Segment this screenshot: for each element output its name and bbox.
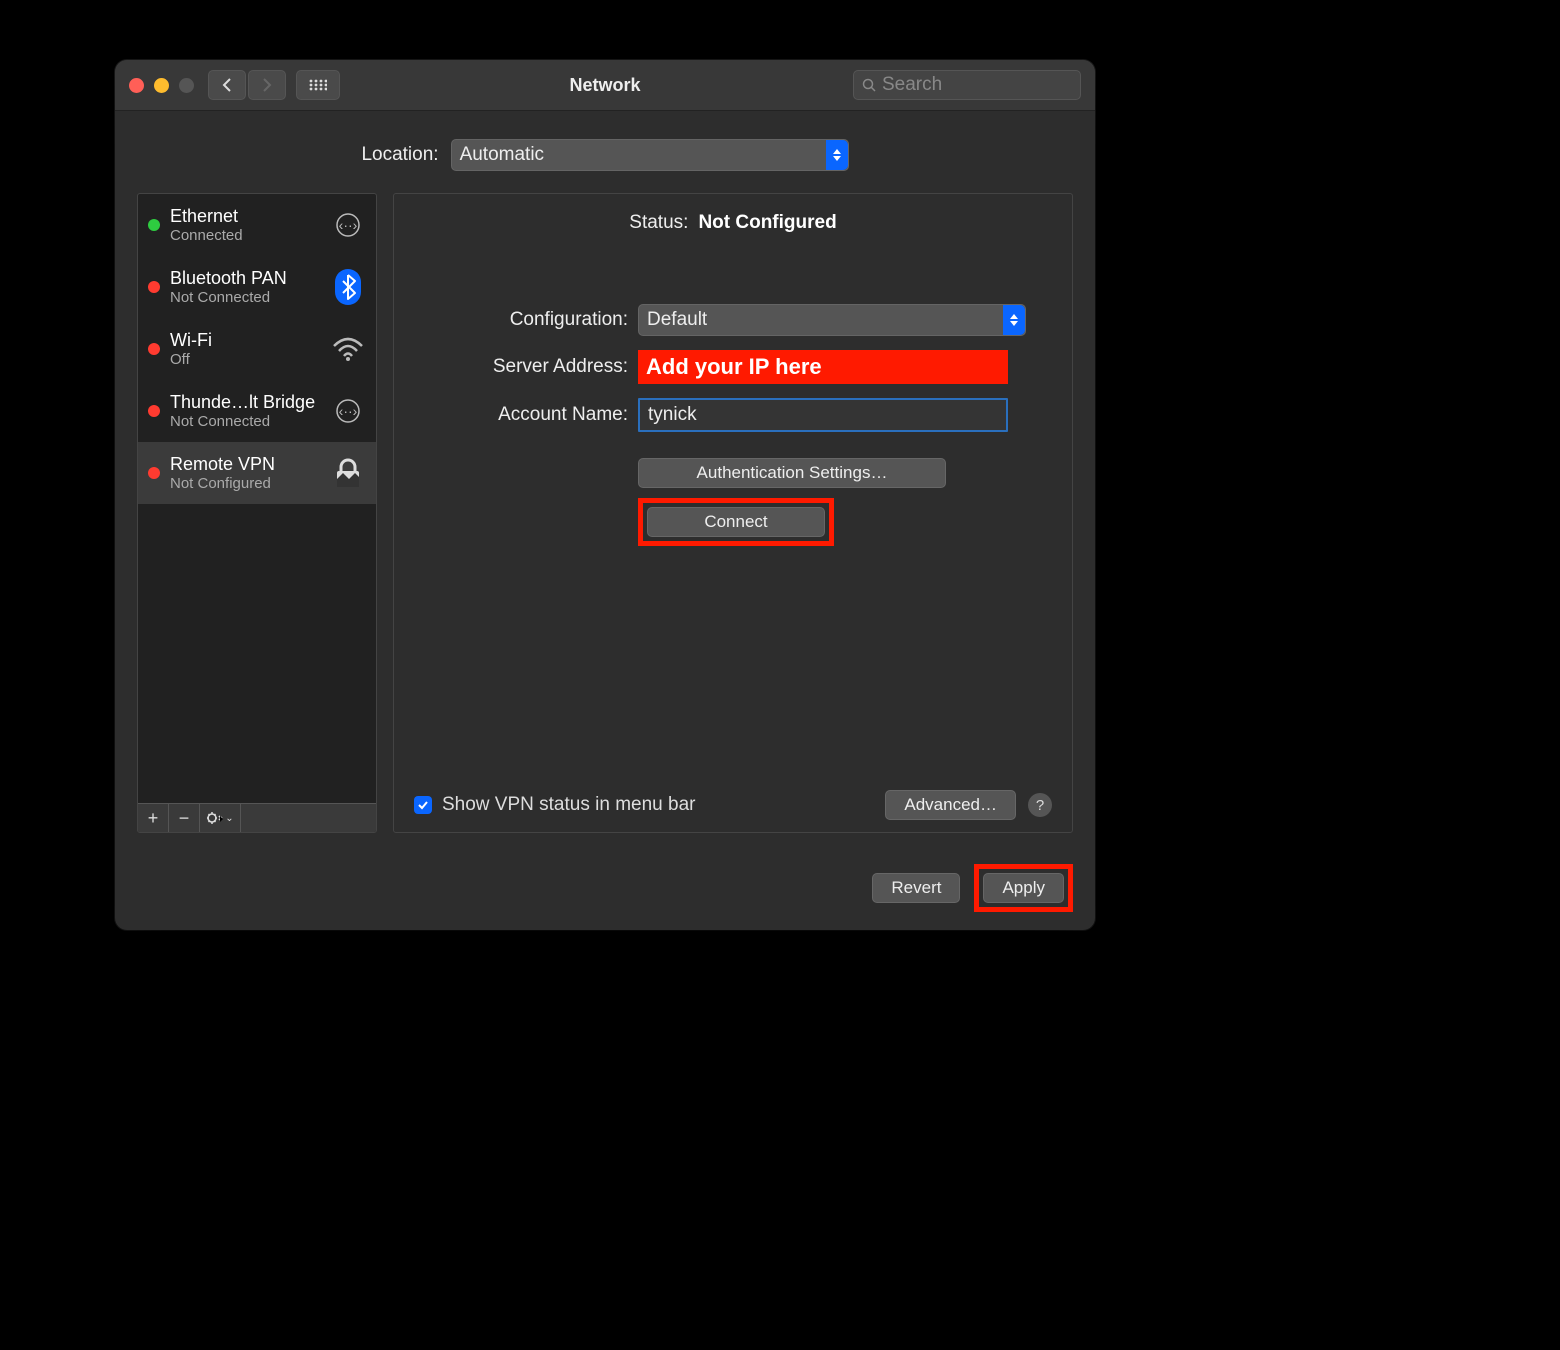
dropdown-stepper-icon xyxy=(1003,305,1025,335)
service-status: Not Configured xyxy=(170,475,320,492)
account-name-label: Account Name: xyxy=(418,404,628,426)
sidebar-item-thunderbolt-bridge[interactable]: Thunde…lt Bridge Not Connected ‹··› xyxy=(138,380,376,442)
service-name: Bluetooth PAN xyxy=(170,268,320,289)
service-name: Wi-Fi xyxy=(170,330,320,351)
location-row: Location: Automatic xyxy=(115,139,1095,171)
service-name: Remote VPN xyxy=(170,454,320,475)
configuration-label: Configuration: xyxy=(418,309,628,331)
sidebar-toolbar: + − ⌄ xyxy=(138,803,376,832)
revert-button[interactable]: Revert xyxy=(872,873,960,903)
connect-button[interactable]: Connect xyxy=(647,507,825,537)
configuration-dropdown[interactable]: Default xyxy=(638,304,1026,336)
check-icon xyxy=(417,799,429,811)
location-label: Location: xyxy=(361,144,438,166)
service-status: Off xyxy=(170,351,320,368)
ethernet-icon: ‹··› xyxy=(330,399,366,423)
configuration-value: Default xyxy=(647,309,707,331)
ethernet-icon: ‹··› xyxy=(330,213,366,237)
status-label: Status: xyxy=(629,212,688,234)
service-status: Not Connected xyxy=(170,289,320,306)
window-controls xyxy=(129,78,194,93)
connect-button-label: Connect xyxy=(704,512,767,532)
detail-panel: Status: Not Configured Configuration: De… xyxy=(393,193,1073,833)
forward-button[interactable] xyxy=(248,70,286,100)
status-indicator-icon xyxy=(148,281,160,293)
service-status: Not Connected xyxy=(170,413,320,430)
network-preferences-window: Network Search Location: Automatic Ether… xyxy=(115,60,1095,930)
status-row: Status: Not Configured xyxy=(418,212,1048,234)
authentication-settings-label: Authentication Settings… xyxy=(697,463,888,483)
sidebar-item-bluetooth-pan[interactable]: Bluetooth PAN Not Connected xyxy=(138,256,376,318)
back-button[interactable] xyxy=(208,70,246,100)
server-address-overlay-text: Add your IP here xyxy=(646,354,822,380)
service-sidebar: Ethernet Connected ‹··› Bluetooth PAN No… xyxy=(137,193,377,833)
remove-service-button[interactable]: − xyxy=(169,804,200,832)
minimize-window-button[interactable] xyxy=(154,78,169,93)
location-value: Automatic xyxy=(460,144,544,166)
server-address-row: Server Address: Add your IP here xyxy=(418,350,1048,384)
advanced-button[interactable]: Advanced… xyxy=(885,790,1016,820)
service-actions-menu[interactable]: ⌄ xyxy=(200,804,241,832)
actions: Authentication Settings… Connect xyxy=(638,458,1048,546)
add-service-button[interactable]: + xyxy=(138,804,169,832)
svg-text:‹··›: ‹··› xyxy=(339,217,358,233)
service-list: Ethernet Connected ‹··› Bluetooth PAN No… xyxy=(138,194,376,803)
account-name-row: Account Name: tynick xyxy=(418,398,1048,432)
search-field[interactable]: Search xyxy=(853,70,1081,100)
apply-button-label: Apply xyxy=(1002,878,1045,898)
sidebar-item-wifi[interactable]: Wi-Fi Off xyxy=(138,318,376,380)
vpn-lock-icon xyxy=(330,457,366,489)
revert-button-label: Revert xyxy=(891,878,941,898)
status-indicator-icon xyxy=(148,467,160,479)
apply-highlight: Apply xyxy=(974,864,1073,912)
status-indicator-icon xyxy=(148,405,160,417)
zoom-window-button[interactable] xyxy=(179,78,194,93)
authentication-settings-button[interactable]: Authentication Settings… xyxy=(638,458,946,488)
status-indicator-icon xyxy=(148,343,160,355)
service-status: Connected xyxy=(170,227,320,244)
bluetooth-icon xyxy=(330,269,366,305)
service-name: Thunde…lt Bridge xyxy=(170,392,320,413)
apply-button[interactable]: Apply xyxy=(983,873,1064,903)
status-value: Not Configured xyxy=(698,212,836,234)
location-dropdown[interactable]: Automatic xyxy=(451,139,849,171)
dropdown-stepper-icon xyxy=(826,140,848,170)
service-name: Ethernet xyxy=(170,206,320,227)
footer: Revert Apply xyxy=(872,864,1073,912)
svg-text:‹··›: ‹··› xyxy=(339,403,358,419)
titlebar: Network Search xyxy=(115,60,1095,111)
nav-buttons xyxy=(208,70,286,100)
server-address-label: Server Address: xyxy=(418,356,628,378)
account-name-value: tynick xyxy=(648,404,697,426)
account-name-input[interactable]: tynick xyxy=(638,398,1008,432)
body: Ethernet Connected ‹··› Bluetooth PAN No… xyxy=(115,171,1095,833)
close-window-button[interactable] xyxy=(129,78,144,93)
show-vpn-status-checkbox[interactable] xyxy=(414,796,432,814)
show-all-button[interactable] xyxy=(296,70,340,100)
sidebar-item-remote-vpn[interactable]: Remote VPN Not Configured xyxy=(138,442,376,504)
connect-highlight: Connect xyxy=(638,498,834,546)
detail-bottom-row: Show VPN status in menu bar Advanced… ? xyxy=(414,790,1052,820)
server-address-input[interactable]: Add your IP here xyxy=(638,350,1008,384)
search-placeholder: Search xyxy=(882,74,942,96)
sidebar-item-ethernet[interactable]: Ethernet Connected ‹··› xyxy=(138,194,376,256)
search-icon xyxy=(862,78,876,92)
status-indicator-icon xyxy=(148,219,160,231)
advanced-button-label: Advanced… xyxy=(904,795,997,815)
configuration-row: Configuration: Default xyxy=(418,304,1048,336)
help-button[interactable]: ? xyxy=(1028,793,1052,817)
wifi-icon xyxy=(330,336,366,362)
show-vpn-status-label: Show VPN status in menu bar xyxy=(442,794,695,816)
